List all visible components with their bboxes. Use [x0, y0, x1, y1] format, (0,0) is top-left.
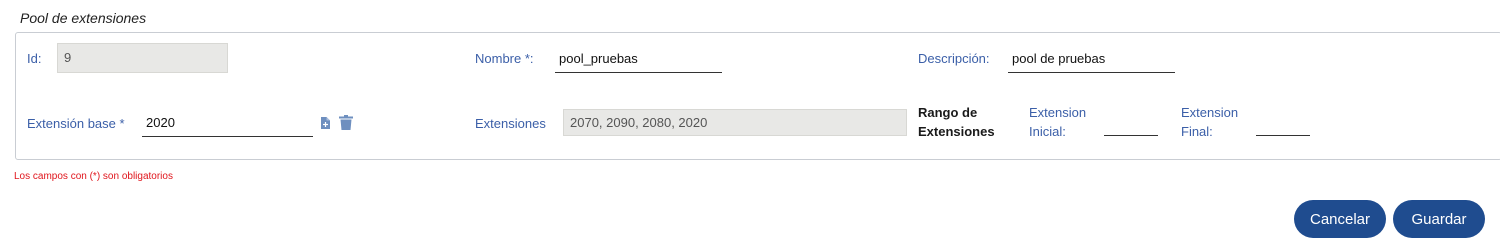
file-add-icon[interactable] [320, 116, 330, 134]
rango-title-line1: Rango de [918, 105, 978, 120]
extension-base-label: Extensión base * [27, 116, 125, 131]
extension-final-input[interactable] [1256, 113, 1310, 136]
extension-inicial-label-line1: Extension [1029, 105, 1087, 120]
trash-icon[interactable] [339, 115, 353, 135]
descripcion-value: pool de pruebas [1012, 51, 1106, 66]
extension-final-label-line1: Extension [1181, 105, 1239, 120]
cancel-button[interactable]: Cancelar [1294, 200, 1386, 238]
nombre-input[interactable]: pool_pruebas [555, 44, 722, 73]
extension-base-value: 2020 [146, 115, 175, 130]
extension-final-label-line2: Final: [1181, 124, 1213, 139]
extensiones-label: Extensiones [475, 116, 546, 131]
rango-title: Rango de Extensiones [918, 103, 995, 141]
descripcion-input[interactable]: pool de pruebas [1008, 44, 1175, 73]
extension-inicial-label-line2: Inicial: [1029, 124, 1066, 139]
form-panel [15, 32, 1500, 160]
extension-inicial-label: Extension Inicial: [1029, 103, 1086, 141]
nombre-value: pool_pruebas [559, 51, 638, 66]
id-label: Id: [27, 51, 42, 66]
extension-base-input[interactable]: 2020 [142, 108, 313, 137]
extensiones-field: 2070, 2090, 2080, 2020 [563, 109, 907, 136]
extension-inicial-input[interactable] [1104, 113, 1158, 136]
section-title: Pool de extensiones [20, 10, 147, 26]
nombre-label: Nombre *: [475, 51, 534, 66]
rango-title-line2: Extensiones [918, 124, 995, 139]
save-button[interactable]: Guardar [1393, 200, 1485, 238]
extension-final-label: Extension Final: [1181, 103, 1238, 141]
descripcion-label: Descripción: [918, 51, 990, 66]
required-fields-note: Los campos con (*) son obligatorios [14, 171, 173, 182]
id-field: 9 [57, 43, 228, 73]
